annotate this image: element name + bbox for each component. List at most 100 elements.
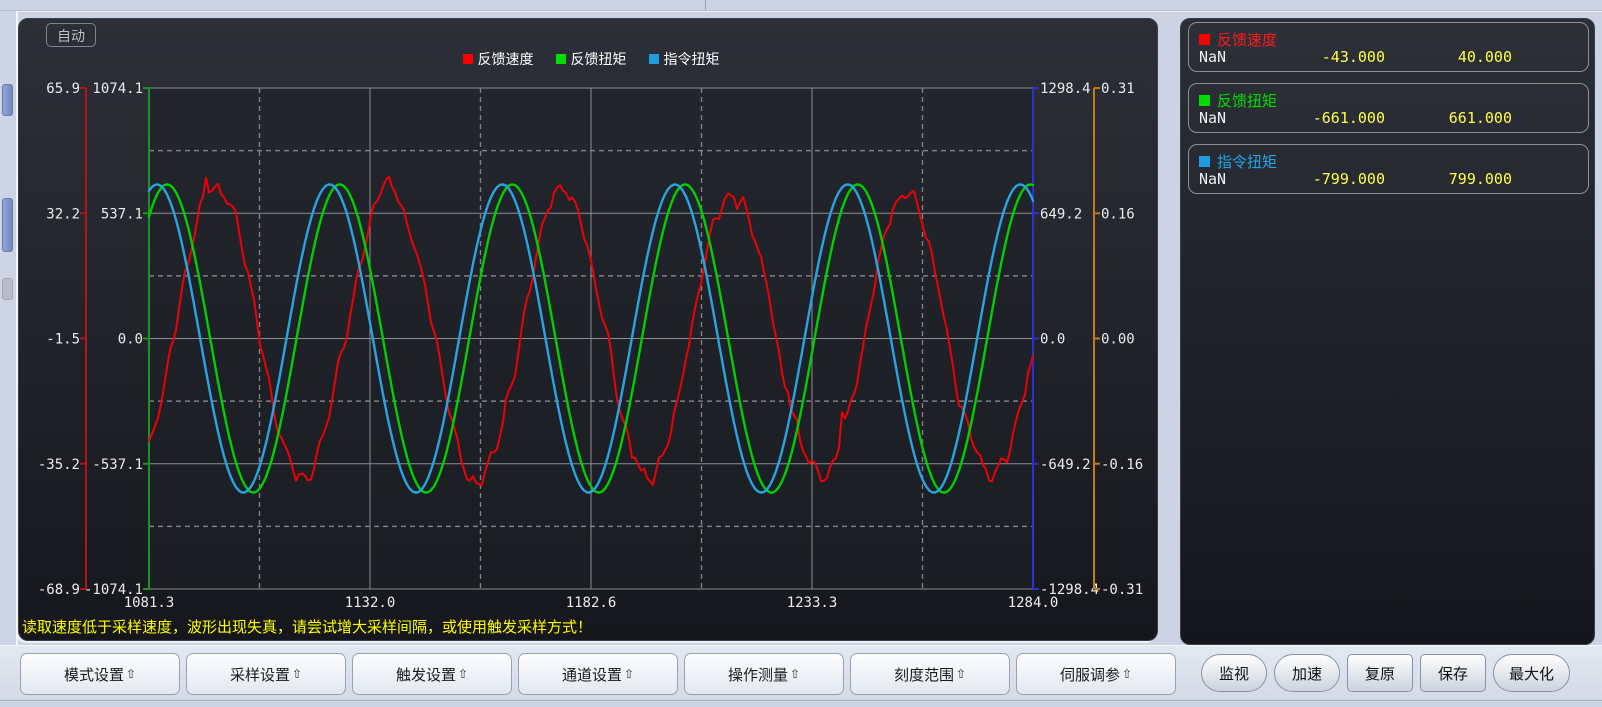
settings-menu-button[interactable]: 通道设置 ⇧ <box>518 653 678 695</box>
y-axis-tick-label: -0.31 <box>1101 582 1143 598</box>
action-button[interactable]: 加速 <box>1274 654 1340 692</box>
channel-max-value: 661.000 <box>1449 109 1512 127</box>
y-axis-tick-label: 0.31 <box>1101 81 1135 97</box>
channel-card[interactable]: 反馈扭矩 NaN -661.000 661.000 <box>1188 83 1589 133</box>
channel-min-value: -799.000 <box>1313 170 1385 188</box>
popup-up-arrow-icon: ⇧ <box>292 667 302 681</box>
channel-card-header: 反馈扭矩 <box>1199 90 1277 111</box>
channel-card-header: 反馈速度 <box>1199 29 1277 50</box>
menu-button-label: 通道设置 <box>562 664 622 685</box>
auto-scale-button[interactable]: 自动 <box>46 23 96 47</box>
x-axis-tick-label: 1132.0 <box>345 595 396 611</box>
y-axis-tick-label: 1298.4 <box>1040 81 1091 97</box>
channel-values-panel: 反馈速度 NaN -43.000 40.000 反馈扭矩 NaN -661.00… <box>1180 18 1595 645</box>
y-axis-tick-label: -649.2 <box>1040 457 1091 473</box>
top-groove-highlight <box>0 11 1602 12</box>
action-button[interactable]: 监视 <box>1201 654 1267 692</box>
left-dock-rail <box>0 11 18 645</box>
action-button-group: 监视 加速 复原 保存 最大化 <box>1201 654 1570 692</box>
settings-menu-button[interactable]: 模式设置 ⇧ <box>20 653 180 695</box>
y-axis-tick-label: 0.16 <box>1101 206 1135 222</box>
legend-label: 指令扭矩 <box>664 49 720 69</box>
channel-card[interactable]: 指令扭矩 NaN -799.000 799.000 <box>1188 144 1589 194</box>
x-axis-tick-label: 1284.0 <box>1008 595 1059 611</box>
action-button[interactable]: 最大化 <box>1493 654 1570 692</box>
popup-up-arrow-icon: ⇧ <box>624 667 634 681</box>
action-button-label: 最大化 <box>1509 663 1554 684</box>
action-button-label: 复原 <box>1365 663 1395 684</box>
action-button[interactable]: 复原 <box>1347 654 1413 692</box>
y-axis-tick-label: 32.2 <box>46 206 80 222</box>
y-axis-tick-label: 65.9 <box>46 81 80 97</box>
y-axis-tick-label: -0.16 <box>1101 457 1143 473</box>
action-button-label: 监视 <box>1219 663 1249 684</box>
chart-legend: 反馈速度 反馈扭矩 指令扭矩 <box>149 49 1033 69</box>
waveform-plot[interactable]: 65.9 32.2 -1.5 -35.2 -68.9 1074.1 537.1 0.0 -537… <box>19 19 1159 642</box>
popup-up-arrow-icon: ⇧ <box>956 667 966 681</box>
channel-card-list: 反馈速度 NaN -43.000 40.000 反馈扭矩 NaN -661.00… <box>1188 22 1589 194</box>
legend-color-swatch-icon <box>649 54 659 64</box>
channel-current-value: NaN <box>1199 48 1226 66</box>
channel-min-value: -661.000 <box>1313 109 1385 127</box>
channel-color-swatch-icon <box>1199 34 1210 45</box>
settings-menu-button[interactable]: 操作测量 ⇧ <box>684 653 844 695</box>
y-axis-tick-label: 537.1 <box>101 206 143 222</box>
settings-menu-button[interactable]: 采样设置 ⇧ <box>186 653 346 695</box>
action-button-label: 保存 <box>1438 663 1468 684</box>
channel-name: 反馈速度 <box>1217 29 1277 50</box>
settings-menu-button[interactable]: 伺服调参 ⇧ <box>1016 653 1176 695</box>
dock-handle[interactable] <box>2 278 13 300</box>
channel-name: 反馈扭矩 <box>1217 90 1277 111</box>
legend-color-swatch-icon <box>463 54 473 64</box>
channel-current-value: NaN <box>1199 109 1226 127</box>
channel-card-header: 指令扭矩 <box>1199 151 1277 172</box>
menu-button-label: 采样设置 <box>230 664 290 685</box>
sampling-warning-text: 读取速度低于采样速度，波形出现失真，请尝试增大采样间隔，或使用触发采样方式！ <box>22 616 592 637</box>
channel-current-value: NaN <box>1199 170 1226 188</box>
dock-handle[interactable] <box>2 84 13 116</box>
legend-label: 反馈速度 <box>478 49 534 69</box>
y-axis-tick-label: -1.5 <box>46 332 80 348</box>
settings-menu-button[interactable]: 触发设置 ⇧ <box>352 653 512 695</box>
legend-item: 反馈速度 <box>463 49 534 69</box>
y-axis-tick-label: 0.00 <box>1101 332 1135 348</box>
x-axis-tick-label: 1182.6 <box>566 595 617 611</box>
action-button-label: 加速 <box>1292 663 1322 684</box>
y-axis-tick-label: 0.0 <box>118 332 143 348</box>
oscilloscope-panel: 65.9 32.2 -1.5 -35.2 -68.9 1074.1 537.1 0.0 -537… <box>18 18 1158 641</box>
y-axis-tick-label: -68.9 <box>38 582 80 598</box>
menu-button-label: 伺服调参 <box>1060 664 1120 685</box>
menu-button-label: 刻度范围 <box>894 664 954 685</box>
channel-max-value: 799.000 <box>1449 170 1512 188</box>
settings-menu-button[interactable]: 刻度范围 ⇧ <box>850 653 1010 695</box>
popup-up-arrow-icon: ⇧ <box>126 667 136 681</box>
menu-button-label: 模式设置 <box>64 664 124 685</box>
channel-color-swatch-icon <box>1199 156 1210 167</box>
y-axis-tick-label: 1074.1 <box>92 81 143 97</box>
channel-card[interactable]: 反馈速度 NaN -43.000 40.000 <box>1188 22 1589 72</box>
action-button[interactable]: 保存 <box>1420 654 1486 692</box>
y-axis-tick-label: -537.1 <box>92 457 143 473</box>
y-axis-tick-label: 649.2 <box>1040 206 1082 222</box>
bottom-groove-line <box>0 700 1602 701</box>
settings-menu-group: 模式设置 ⇧ 采样设置 ⇧ 触发设置 ⇧ 通道设置 ⇧ 操作测量 ⇧ 刻度范围 … <box>20 653 1176 695</box>
channel-color-swatch-icon <box>1199 95 1210 106</box>
popup-up-arrow-icon: ⇧ <box>790 667 800 681</box>
legend-color-swatch-icon <box>556 54 566 64</box>
legend-item: 指令扭矩 <box>649 49 720 69</box>
x-axis-tick-label: 1081.3 <box>124 595 175 611</box>
legend-label: 反馈扭矩 <box>571 49 627 69</box>
popup-up-arrow-icon: ⇧ <box>458 667 468 681</box>
y-axis-tick-label: 0.0 <box>1040 332 1065 348</box>
y-axis-tick-label: -35.2 <box>38 457 80 473</box>
bottom-toolbar: 模式设置 ⇧ 采样设置 ⇧ 触发设置 ⇧ 通道设置 ⇧ 操作测量 ⇧ 刻度范围 … <box>0 645 1602 702</box>
dock-handle[interactable] <box>2 198 13 252</box>
channel-name: 指令扭矩 <box>1217 151 1277 172</box>
channel-max-value: 40.000 <box>1458 48 1512 66</box>
top-splitter-handle[interactable] <box>705 0 706 10</box>
x-axis-tick-label: 1233.3 <box>787 595 838 611</box>
menu-button-label: 触发设置 <box>396 664 456 685</box>
popup-up-arrow-icon: ⇧ <box>1122 667 1132 681</box>
menu-button-label: 操作测量 <box>728 664 788 685</box>
channel-min-value: -43.000 <box>1322 48 1385 66</box>
